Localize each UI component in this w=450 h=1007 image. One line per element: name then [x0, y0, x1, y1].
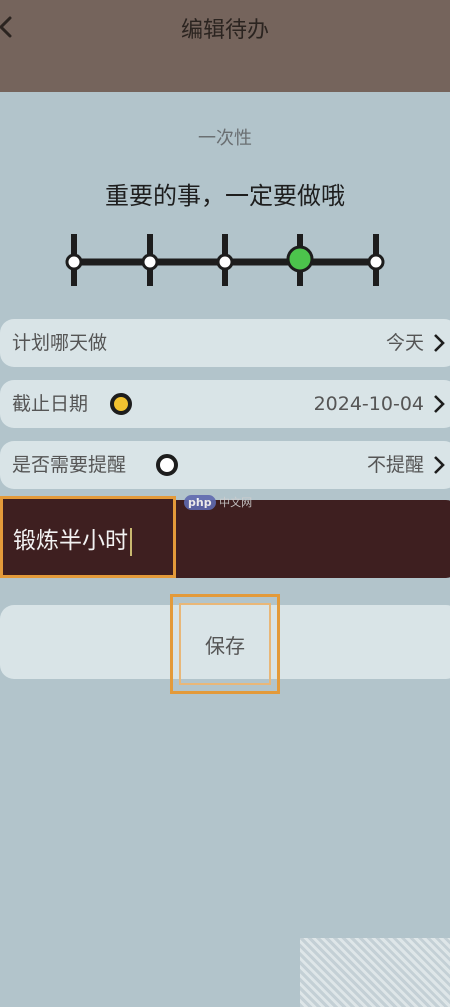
- task-input-value: 锻炼半小时: [13, 528, 128, 554]
- text-caret: [130, 527, 132, 556]
- plan-day-label: 计划哪天做: [12, 332, 108, 354]
- chevron-right-icon: [434, 334, 445, 352]
- deadline-row[interactable]: 截止日期 2024-10-04: [0, 380, 450, 428]
- priority-tick-3[interactable]: [216, 234, 234, 286]
- priority-tick-1[interactable]: [65, 234, 83, 286]
- reminder-indicator-icon: [156, 454, 178, 476]
- plan-day-row[interactable]: 计划哪天做 今天: [0, 319, 450, 367]
- reminder-value: 不提醒: [366, 454, 424, 476]
- priority-type-label: 一次性: [198, 128, 252, 149]
- save-button-label: 保存: [205, 633, 245, 658]
- reminder-row[interactable]: 是否需要提醒 不提醒: [0, 441, 450, 489]
- priority-slider[interactable]: [60, 232, 390, 288]
- watermark-logo: php: [184, 495, 216, 510]
- priority-tick-4-selected[interactable]: [286, 234, 314, 286]
- deadline-label: 截止日期: [12, 393, 89, 415]
- page-title: 编辑待办: [180, 18, 269, 43]
- save-button[interactable]: 保存: [170, 594, 280, 694]
- priority-tick-5[interactable]: [367, 234, 385, 286]
- deadline-value: 2024-10-04: [313, 393, 424, 415]
- image-artifact: [300, 938, 450, 1007]
- watermark-text: 中文网: [219, 496, 253, 509]
- chevron-right-icon: [434, 456, 445, 474]
- task-input-field[interactable]: 锻炼半小时: [0, 496, 176, 578]
- header-bar: 编辑待办: [0, 0, 450, 92]
- reminder-label: 是否需要提醒: [12, 454, 127, 476]
- priority-description: 重要的事，一定要做哦: [105, 182, 345, 210]
- deadline-indicator-icon: [110, 393, 132, 415]
- watermark: php 中文网: [184, 494, 252, 510]
- chevron-right-icon: [434, 395, 445, 413]
- plan-day-value: 今天: [385, 332, 424, 354]
- priority-tick-2[interactable]: [141, 234, 159, 286]
